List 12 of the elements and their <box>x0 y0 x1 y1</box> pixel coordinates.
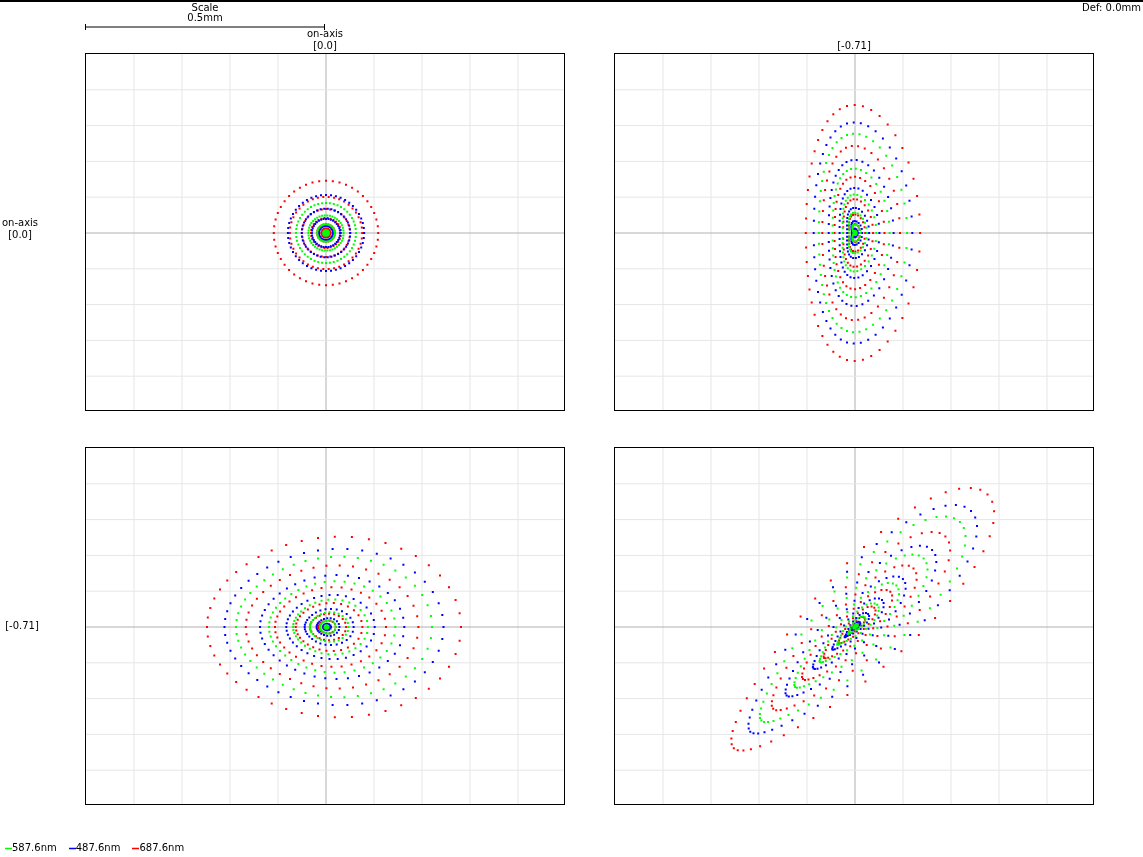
legend-label: 487.6nm <box>75 842 121 854</box>
legend-label: 587.6nm <box>12 842 57 854</box>
column-label: [0.0] <box>312 40 338 52</box>
row-label: [-0.71] <box>4 620 40 632</box>
row-label: on-axis <box>0 217 40 229</box>
scale-title: Scale <box>191 3 219 13</box>
column-label: [-0.71] <box>836 40 872 52</box>
defocus-label: Def: 0.0mm <box>1082 2 1141 14</box>
column-label: on-axis <box>305 28 345 40</box>
row-label: [0.0] <box>7 229 33 241</box>
legend-label: 687.6nm <box>139 842 185 854</box>
scale-value: 0.5mm <box>187 13 223 23</box>
